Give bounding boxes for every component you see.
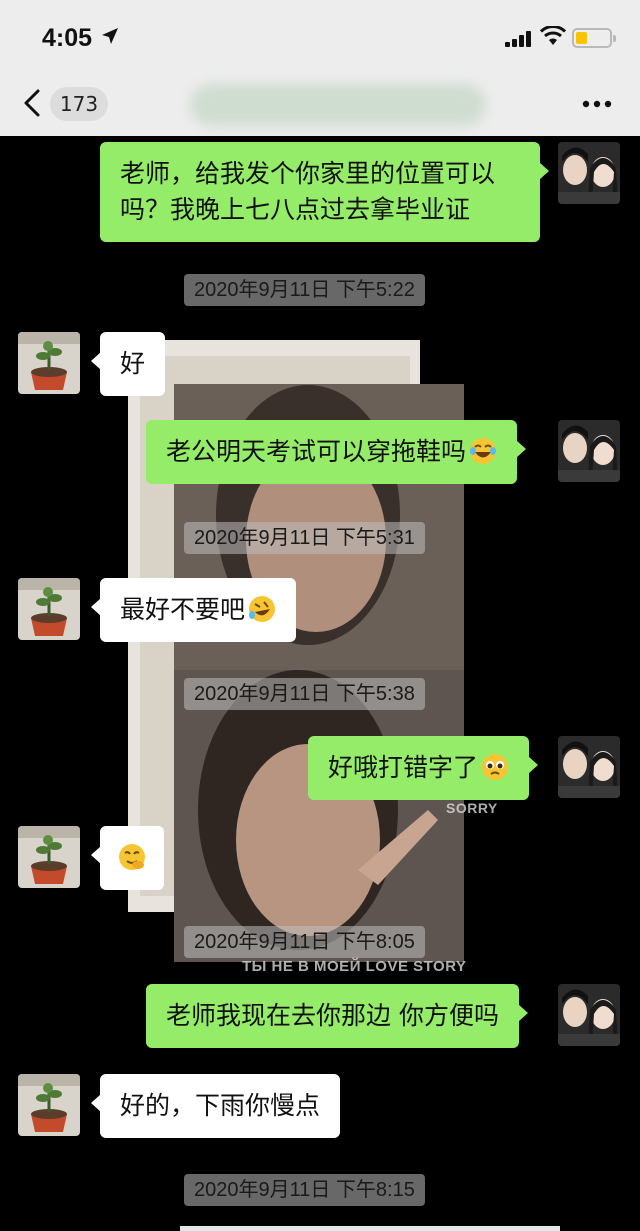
- timestamp: 2020年9月11日 下午5:38: [184, 678, 425, 710]
- sent-message[interactable]: 老师我现在去你那边 你方便吗: [146, 984, 528, 1048]
- contact-avatar[interactable]: [18, 578, 80, 640]
- self-avatar[interactable]: [558, 736, 620, 798]
- timestamp: 2020年9月11日 下午8:05: [184, 926, 425, 958]
- timestamp: 2020年9月11日 下午5:31: [184, 522, 425, 554]
- sent-message[interactable]: 老公明天考试可以穿拖鞋吗: [146, 420, 527, 484]
- signal-icon: [505, 31, 531, 47]
- timestamp: 2020年9月11日 下午5:22: [184, 274, 425, 306]
- pleading-emoji: [482, 754, 509, 780]
- message-text: 老公明天考试可以穿拖鞋吗: [166, 437, 467, 466]
- timestamp: 2020年9月11日 下午8:15: [184, 1174, 425, 1206]
- message-text: 吗？我晚上七八点过去拿毕业证: [120, 195, 471, 224]
- contact-avatar[interactable]: [18, 332, 80, 394]
- unread-count-badge[interactable]: 173: [50, 87, 108, 121]
- laughing-tears-emoji: [470, 438, 497, 464]
- message-text: 老师我现在去你那边 你方便吗: [166, 1001, 499, 1030]
- location-arrow-icon: [102, 28, 118, 44]
- received-message[interactable]: 好: [90, 332, 166, 396]
- chat-area[interactable]: SORRY ТЫ НЕ В МОЕЙ LOVE STORY 老师，给我发个你家里…: [0, 136, 640, 1231]
- self-avatar[interactable]: [558, 984, 620, 1046]
- battery-icon: [572, 28, 616, 48]
- status-time: 4:05: [42, 24, 93, 52]
- more-icon[interactable]: [582, 100, 612, 108]
- message-text: 好哦打错字了: [328, 753, 479, 782]
- received-message[interactable]: 好的，下雨你慢点: [90, 1074, 341, 1138]
- received-message[interactable]: 最好不要吧: [90, 578, 297, 642]
- chat-bottom-edge: [180, 1226, 560, 1231]
- self-avatar[interactable]: [558, 420, 620, 482]
- status-bar: 4:05: [0, 0, 640, 70]
- sent-message[interactable]: 老师，给我发个你家里的位置可以 吗？我晚上七八点过去拿毕业证: [100, 142, 549, 242]
- contact-avatar[interactable]: [18, 1074, 80, 1136]
- received-message[interactable]: [91, 826, 164, 890]
- rolling-laugh-emoji: [249, 596, 276, 622]
- chat-header: 173: [0, 70, 640, 136]
- sent-message[interactable]: 好哦打错字了: [308, 736, 539, 800]
- message-text: 最好不要吧: [120, 595, 246, 624]
- meme-caption-story: ТЫ НЕ В МОЕЙ LOVE STORY: [242, 958, 467, 975]
- chuckle-emoji: [119, 844, 145, 870]
- message-text: 老师，给我发个你家里的位置可以: [120, 159, 496, 188]
- contact-avatar[interactable]: [18, 826, 80, 888]
- blurred-contact-name: [190, 84, 486, 126]
- wifi-icon: [540, 26, 566, 45]
- self-avatar[interactable]: [558, 142, 620, 204]
- message-text: 好: [120, 349, 146, 378]
- message-text: 好的，下雨你慢点: [120, 1091, 321, 1120]
- back-icon[interactable]: [22, 88, 42, 118]
- meme-caption-sorry: SORRY: [446, 800, 498, 816]
